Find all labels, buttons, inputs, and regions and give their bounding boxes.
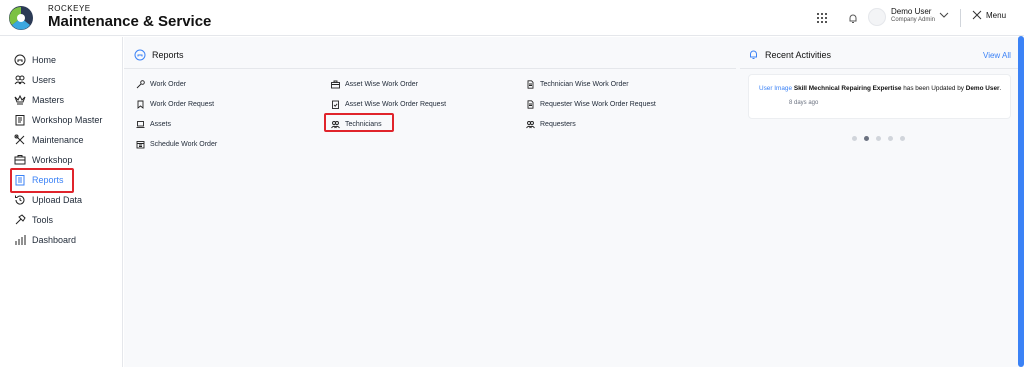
clipboard-check-icon [332,100,339,109]
activity-text: User Image Skill Mechnical Repairing Exp… [759,85,1009,92]
history-icon [15,195,25,205]
chevron-down-icon[interactable] [939,11,949,22]
report-link-asset-wise-work-order-request[interactable]: Asset Wise Work Order Request [331,100,446,109]
report-link-asset-wise-work-order[interactable]: Asset Wise Work Order [331,80,418,89]
tools-cross-icon [14,134,25,145]
activity-actor: Demo User [965,85,1000,92]
sidebar-item-label: Dashboard [32,235,77,245]
apps-grid-icon[interactable] [814,10,830,26]
bookmark-icon [137,100,144,109]
calendar-icon [136,141,145,149]
technicians-highlight-box [324,113,394,132]
sidebar-item-label: Home [32,55,57,65]
activities-divider [740,68,1018,69]
wrench-icon [136,80,145,89]
sidebar-item-label: Upload Data [32,195,83,205]
brand-small-text: ROCKEYE [48,4,91,13]
user-image-placeholder: User Image [759,85,793,92]
top-header: ROCKEYE Maintenance & Service Demo User … [0,0,1024,36]
sidebar-item-label: Workshop [32,155,73,165]
activity-middle: has been Updated by [901,85,966,92]
briefcase-icon [14,155,26,165]
sidebar-item-label: Users [32,75,56,85]
clipboard-icon [15,115,25,126]
hammer-icon [15,214,26,225]
carousel-dot[interactable] [888,136,893,141]
report-link-label: Work Order [150,81,187,88]
brand-title: Maintenance & Service [48,13,212,30]
user-name[interactable]: Demo User [891,7,931,16]
sidebar-item-users[interactable]: Users [14,72,56,88]
sidebar-item-label: Tools [32,215,54,225]
report-link-label: Assets [150,121,172,128]
document-icon [527,80,534,89]
bell-icon[interactable] [845,10,861,26]
report-link-requesters[interactable]: Requesters [526,120,576,129]
sidebar-item-workshop-master[interactable]: Workshop Master [14,112,102,128]
sidebar-item-tools[interactable]: Tools [14,212,53,228]
report-link-label: Asset Wise Work Order Request [345,101,447,108]
report-link-work-order-request[interactable]: Work Order Request [136,100,214,109]
activity-card[interactable]: User Image Skill Mechnical Repairing Exp… [748,74,1011,119]
briefcase-icon [331,80,340,89]
bell-icon [750,50,757,59]
sidebar-item-upload-data[interactable]: Upload Data [14,192,82,208]
report-link-label: Work Order Request [150,101,215,108]
report-link-technician-wise-work-order[interactable]: Technician Wise Work Order [526,80,629,89]
report-link-label: Technician Wise Work Order [540,81,629,88]
report-link-label: Requester Wise Work Order Request [540,101,656,108]
document-icon [527,100,534,109]
view-all-link[interactable]: View All [983,51,1011,60]
menu-button[interactable]: Menu [972,10,1006,20]
carousel-dot[interactable] [852,136,857,141]
home-icon [14,54,26,66]
carousel-dot[interactable] [876,136,881,141]
activity-subject: Skill Mechnical Repairing Expertise [793,85,902,92]
sidebar-item-masters[interactable]: Masters [14,92,64,108]
close-icon [972,10,982,20]
report-link-label: Asset Wise Work Order [345,81,418,88]
avatar[interactable] [868,8,886,26]
reports-title: Reports [152,50,184,60]
sidebar-item-label: Workshop Master [32,115,103,125]
crown-icon [14,94,26,105]
report-link-assets[interactable]: Assets [136,120,171,129]
reports-divider [124,68,736,69]
activity-time: 8 days ago [789,100,819,106]
brand-logo [9,6,33,30]
user-role: Company Admin [891,17,936,23]
report-icon [134,49,146,61]
sidebar-item-workshop[interactable]: Workshop [14,152,72,168]
report-link-schedule-work-order[interactable]: Schedule Work Order [136,140,217,149]
sidebar-item-maintenance[interactable]: Maintenance [14,132,84,148]
users-icon [14,75,26,85]
recent-activities-title: Recent Activities [748,49,831,60]
sidebar-item-dashboard[interactable]: Dashboard [14,232,76,248]
sidebar-item-label: Masters [32,95,65,105]
menu-label: Menu [986,10,1007,20]
sidebar-item-label: Maintenance [32,135,84,145]
report-link-label: Schedule Work Order [150,141,218,148]
report-link-label: Requesters [540,121,576,128]
users-icon [526,121,535,129]
laptop-icon [136,121,145,128]
carousel-dots [852,136,905,141]
carousel-dot[interactable] [900,136,905,141]
reports-highlight-box [10,168,74,193]
sidebar-item-home[interactable]: Home [14,52,56,68]
scrollbar[interactable] [1018,36,1024,367]
reports-section-title: Reports [134,49,184,61]
header-divider [960,9,961,27]
report-link-requester-wise-work-order-request[interactable]: Requester Wise Work Order Request [526,100,656,109]
activity-end: . [999,85,1002,92]
carousel-dot-active[interactable] [864,136,869,141]
chart-icon [15,235,26,245]
report-link-work-order[interactable]: Work Order [136,80,186,89]
recent-activities-label: Recent Activities [765,49,832,60]
